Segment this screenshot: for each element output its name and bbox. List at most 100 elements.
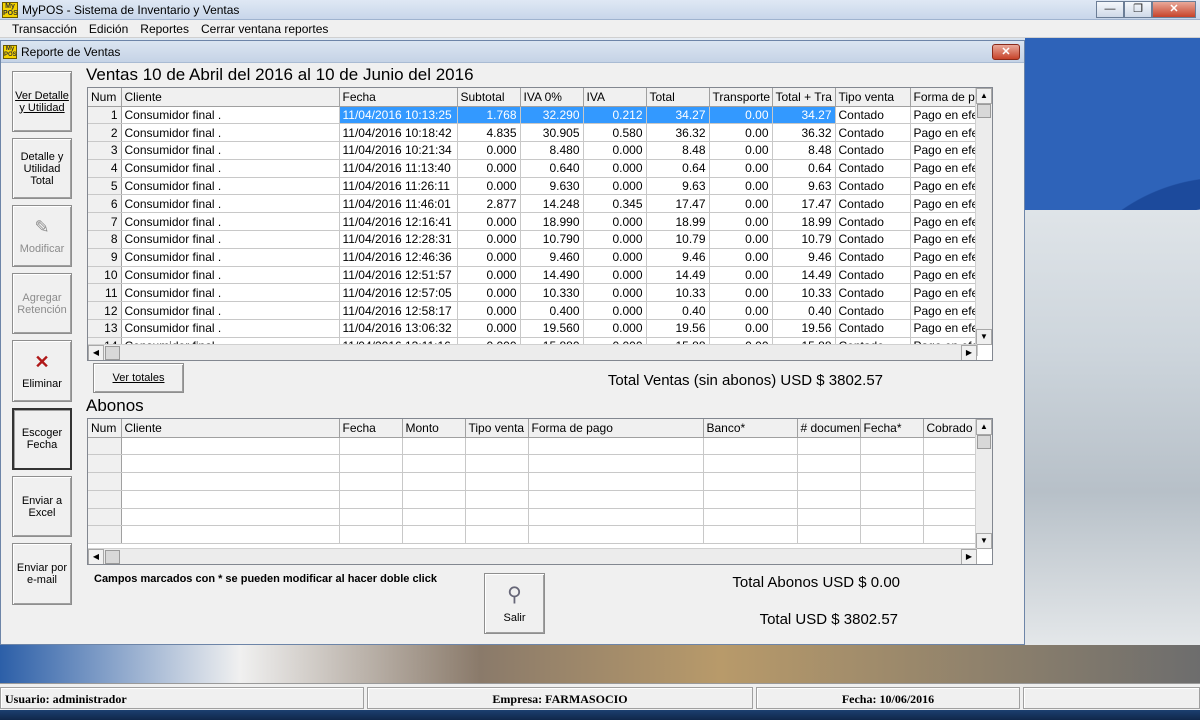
ver-detalle-utilidad-button[interactable]: Ver Detalle y Utilidad <box>12 71 72 132</box>
table-cell[interactable]: Consumidor final . <box>121 319 340 338</box>
table-cell[interactable]: Contado <box>835 283 911 303</box>
table-cell[interactable]: 9.63 <box>772 177 836 196</box>
row-number-cell[interactable]: 13 <box>88 319 122 338</box>
abonos-scroll-down-arrow-icon[interactable]: ▼ <box>976 533 992 549</box>
modificar-button[interactable]: ✎ Modificar <box>12 205 72 267</box>
table-row[interactable]: 12 Consumidor final . 11/04/2016 12:58:17 0… <box>88 301 978 321</box>
ventas-hscroll-thumb[interactable] <box>105 346 120 360</box>
table-cell[interactable]: Pago en efe <box>910 212 978 232</box>
abonos-grid[interactable]: Num Cliente Fecha Monto Tipo venta Forma de p… <box>87 418 993 565</box>
table-cell[interactable] <box>402 437 466 456</box>
table-cell[interactable]: 0.00 <box>709 301 773 321</box>
table-cell[interactable]: 0.212 <box>583 106 647 125</box>
table-cell[interactable] <box>797 454 861 474</box>
table-cell[interactable]: Pago en efe <box>910 194 978 214</box>
table-cell[interactable]: 10.79 <box>772 230 836 249</box>
table-cell[interactable]: 19.56 <box>646 319 710 338</box>
abonos-hscroll-thumb[interactable] <box>105 550 120 564</box>
table-cell[interactable]: 10.33 <box>646 283 710 303</box>
table-cell[interactable]: 0.40 <box>772 301 836 321</box>
table-row[interactable] <box>88 508 978 527</box>
row-number-cell[interactable]: 5 <box>88 177 122 196</box>
table-cell[interactable]: 11/04/2016 11:26:11 <box>339 177 458 196</box>
table-cell[interactable]: 0.00 <box>709 230 773 249</box>
row-number-cell[interactable]: 2 <box>88 123 122 143</box>
table-cell[interactable]: Consumidor final . <box>121 248 340 267</box>
table-cell[interactable] <box>703 525 798 545</box>
table-cell[interactable]: Contado <box>835 194 911 214</box>
table-row[interactable]: 8 Consumidor final . 11/04/2016 12:28:31 0.… <box>88 230 978 249</box>
table-cell[interactable]: Contado <box>835 319 911 338</box>
table-cell[interactable]: 11/04/2016 12:57:05 <box>339 283 458 303</box>
table-row[interactable] <box>88 454 978 474</box>
table-cell[interactable] <box>860 525 924 545</box>
table-row[interactable]: 11 Consumidor final . 11/04/2016 12:57:05 0… <box>88 283 978 303</box>
table-cell[interactable]: 0.00 <box>709 266 773 285</box>
table-cell[interactable]: 0.000 <box>457 212 521 232</box>
table-row[interactable]: 6 Consumidor final . 11/04/2016 11:46:01 2.… <box>88 194 978 214</box>
table-cell[interactable]: Contado <box>835 106 911 125</box>
table-cell[interactable]: 0.000 <box>583 283 647 303</box>
escoger-fecha-button[interactable]: Escoger Fecha <box>12 408 72 470</box>
table-cell[interactable]: 0.00 <box>709 319 773 338</box>
table-cell[interactable]: Pago en efe <box>910 106 978 125</box>
table-cell[interactable] <box>923 437 978 456</box>
table-cell[interactable]: 10.33 <box>772 283 836 303</box>
table-cell[interactable]: 0.345 <box>583 194 647 214</box>
table-cell[interactable]: 0.00 <box>709 123 773 143</box>
table-cell[interactable]: 0.64 <box>646 159 710 178</box>
table-cell[interactable] <box>528 454 704 474</box>
restore-button[interactable]: ❐ <box>1124 1 1152 18</box>
table-cell[interactable] <box>797 437 861 456</box>
table-cell[interactable]: 11/04/2016 12:58:17 <box>339 301 458 321</box>
abonos-scroll-left-arrow-icon[interactable]: ◀ <box>88 549 104 564</box>
table-cell[interactable]: 0.000 <box>457 319 521 338</box>
table-cell[interactable]: 19.56 <box>772 319 836 338</box>
table-cell[interactable]: 0.00 <box>709 283 773 303</box>
table-cell[interactable]: 36.32 <box>646 123 710 143</box>
ventas-col-header[interactable]: Subtotal <box>457 88 521 107</box>
table-cell[interactable]: Pago en efe <box>910 301 978 321</box>
table-cell[interactable] <box>465 437 529 456</box>
table-cell[interactable] <box>402 525 466 545</box>
scroll-left-arrow-icon[interactable]: ◀ <box>88 345 104 360</box>
table-cell[interactable]: 0.000 <box>457 230 521 249</box>
table-cell[interactable]: 0.000 <box>583 230 647 249</box>
enviar-email-button[interactable]: Enviar por e-mail <box>12 543 72 605</box>
table-cell[interactable] <box>402 508 466 527</box>
table-cell[interactable]: Pago en efe <box>910 159 978 178</box>
row-number-cell[interactable]: 11 <box>88 283 122 303</box>
row-number-cell[interactable]: 12 <box>88 301 122 321</box>
table-row[interactable] <box>88 472 978 491</box>
table-cell[interactable]: 34.27 <box>772 106 836 125</box>
table-cell[interactable]: Pago en efe <box>910 141 978 160</box>
table-cell[interactable]: Pago en efe <box>910 230 978 249</box>
table-cell[interactable] <box>121 490 340 509</box>
table-cell[interactable]: 19.560 <box>520 319 584 338</box>
table-row[interactable]: 5 Consumidor final . 11/04/2016 11:26:11 0.… <box>88 177 978 196</box>
table-row[interactable] <box>88 525 978 545</box>
menu-cerrar-reportes[interactable]: Cerrar ventana reportes <box>195 22 334 36</box>
ventas-col-header[interactable]: Forma de pa <box>910 88 978 107</box>
ventas-hscrollbar[interactable]: ◀ ▶ <box>88 344 977 360</box>
row-number-cell[interactable] <box>88 508 122 527</box>
scroll-down-arrow-icon[interactable]: ▼ <box>976 329 992 345</box>
table-cell[interactable]: 9.63 <box>646 177 710 196</box>
table-cell[interactable]: Consumidor final . <box>121 106 340 125</box>
table-cell[interactable] <box>923 525 978 545</box>
ventas-col-header[interactable]: Transporte <box>709 88 773 107</box>
table-cell[interactable]: Consumidor final . <box>121 194 340 214</box>
table-cell[interactable]: 0.640 <box>520 159 584 178</box>
table-cell[interactable]: 10.790 <box>520 230 584 249</box>
ventas-col-header[interactable]: Num <box>88 88 122 107</box>
table-row[interactable]: 1 Consumidor final . 11/04/2016 10:13:25 1.… <box>88 106 978 125</box>
table-cell[interactable]: 14.49 <box>772 266 836 285</box>
table-cell[interactable] <box>465 472 529 491</box>
table-cell[interactable]: Pago en efe <box>910 283 978 303</box>
table-cell[interactable]: Pago en efe <box>910 266 978 285</box>
table-cell[interactable]: Pago en efe <box>910 123 978 143</box>
table-cell[interactable]: 9.460 <box>520 248 584 267</box>
table-cell[interactable]: 9.46 <box>772 248 836 267</box>
table-cell[interactable] <box>121 437 340 456</box>
table-cell[interactable] <box>860 454 924 474</box>
